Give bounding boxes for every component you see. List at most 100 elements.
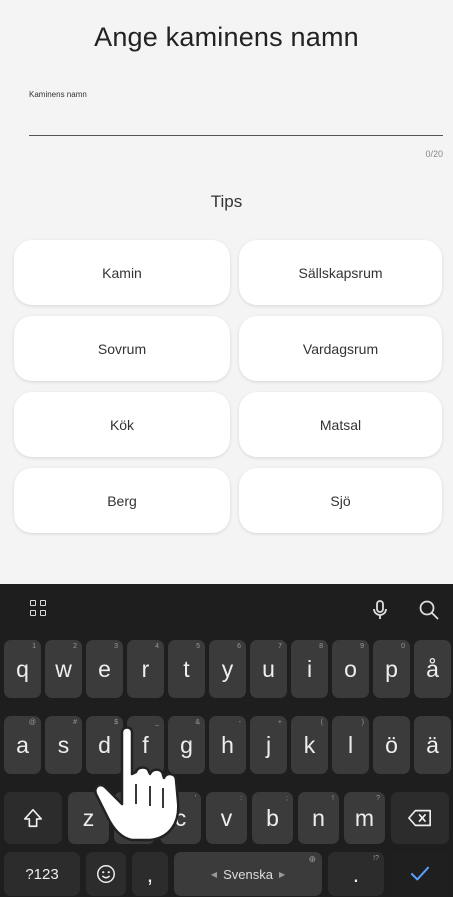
tips-grid: Kamin Sällskapsrum Sovrum Vardagsrum Kök… — [14, 240, 442, 533]
tips-heading: Tips — [210, 192, 243, 211]
tip-chip-vardagsrum[interactable]: Vardagsrum — [239, 316, 442, 381]
key-label: i — [306, 655, 313, 682]
letter-key[interactable]: -h — [209, 716, 246, 774]
key-hint: + — [277, 719, 282, 726]
key-label: u — [262, 655, 275, 682]
comma-key[interactable]: , — [132, 852, 168, 896]
key-label: b — [266, 804, 279, 831]
letter-key[interactable]: ? m — [344, 792, 385, 844]
on-screen-keyboard: 1q2w3e4r5t6y7u8i9o0på @ a # s $ d _ f & g - h + j(k) l… — [0, 584, 453, 897]
key-label: v — [220, 804, 233, 831]
emoji-icon — [97, 865, 115, 883]
key-label: ö — [385, 731, 398, 758]
key-hint: @ — [28, 719, 36, 726]
key-label: å — [426, 655, 439, 682]
backspace-key[interactable] — [391, 792, 449, 844]
period-hint: !? — [373, 855, 379, 862]
letter-key[interactable]: 8i — [291, 640, 328, 698]
key-label: t — [183, 655, 190, 682]
backspace-icon — [408, 809, 431, 827]
tip-chip-sovrum[interactable]: Sovrum — [14, 316, 230, 381]
enter-key[interactable] — [390, 852, 449, 896]
apps-grid-icon[interactable] — [28, 598, 52, 622]
emoji-key[interactable] — [86, 852, 126, 896]
letter-key[interactable]: 2w — [45, 640, 82, 698]
letter-key[interactable]: 6y — [209, 640, 246, 698]
key-hint: ( — [320, 719, 323, 726]
key-label: l — [347, 731, 354, 758]
letter-key[interactable]: 9o — [332, 640, 369, 698]
letter-key[interactable]: # s — [45, 716, 82, 774]
search-icon[interactable] — [417, 598, 441, 622]
key-hint: # — [73, 719, 77, 726]
page-title: Ange kaminens namn — [94, 22, 359, 52]
key-label: q — [16, 655, 29, 682]
key-hint: 5 — [196, 643, 200, 650]
space-left-arrow-icon: ◀ — [210, 869, 218, 879]
period-label: . — [352, 860, 360, 887]
key-hint: - — [238, 719, 241, 726]
letter-key[interactable]: å — [414, 640, 451, 698]
name-field-label: Kaminens namn — [29, 90, 87, 99]
letter-key[interactable]: ö — [373, 716, 410, 774]
letter-key[interactable]: ) l — [332, 716, 369, 774]
letter-key[interactable]: 0p — [373, 640, 410, 698]
letter-key[interactable]: ä — [414, 716, 451, 774]
shift-arrow-icon — [23, 808, 43, 828]
key-label: n — [312, 804, 325, 831]
tip-chip-kamin[interactable]: Kamin — [14, 240, 230, 305]
letter-key[interactable]: 1q — [4, 640, 41, 698]
comma-label: , — [146, 860, 154, 887]
key-label: y — [221, 655, 234, 682]
name-input[interactable] — [29, 102, 443, 136]
key-label: j — [265, 731, 272, 758]
key-label: k — [303, 731, 316, 758]
key-hint: 8 — [319, 643, 323, 650]
key-hint: : — [240, 795, 242, 802]
key-label: r — [141, 655, 150, 682]
key-hint: 7 — [278, 643, 282, 650]
key-label: e — [98, 655, 111, 682]
letter-key[interactable]: 5t — [168, 640, 205, 698]
key-hint: 0 — [401, 643, 405, 650]
letter-key[interactable]: ! n — [298, 792, 339, 844]
key-hint: 2 — [73, 643, 77, 650]
tip-chip-kok[interactable]: Kök — [14, 392, 230, 457]
key-label: a — [16, 731, 29, 758]
key-hint: 9 — [360, 643, 364, 650]
letter-key[interactable]: 4r — [127, 640, 164, 698]
letter-key[interactable]: 3e — [86, 640, 123, 698]
key-label: p — [385, 655, 398, 682]
microphone-icon[interactable] — [368, 598, 392, 622]
key-hint: ) — [361, 719, 364, 726]
key-label: w — [55, 655, 72, 682]
tap-hand-icon — [94, 726, 180, 842]
letter-key[interactable]: 7u — [250, 640, 287, 698]
tip-chip-sallskapsrum[interactable]: Sällskapsrum — [239, 240, 442, 305]
key-label: m — [354, 804, 375, 831]
checkmark-icon — [410, 866, 429, 881]
key-label: s — [57, 731, 70, 758]
tip-chip-matsal[interactable]: Matsal — [239, 392, 442, 457]
letter-key[interactable]: :v — [206, 792, 247, 844]
key-label: ä — [426, 731, 439, 758]
space-key[interactable]: ◀ Svenska ▶ ⊕ — [174, 852, 322, 896]
character-counter: 0/20 — [425, 149, 443, 159]
letter-key[interactable]: + j — [250, 716, 287, 774]
symbols-key[interactable]: ?123 — [4, 852, 80, 896]
globe-icon: ⊕ — [308, 854, 316, 864]
letter-key[interactable]: ; b — [252, 792, 293, 844]
space-right-arrow-icon: ▶ — [278, 869, 286, 879]
key-hint: 4 — [155, 643, 159, 650]
shift-key[interactable] — [4, 792, 62, 844]
key-label: h — [221, 731, 234, 758]
key-hint: ; — [286, 795, 288, 802]
period-key[interactable]: !? . — [328, 852, 384, 896]
space-language-label: Svenska — [223, 866, 273, 882]
key-hint: ! — [332, 795, 334, 802]
letter-key[interactable]: (k — [291, 716, 328, 774]
tip-chip-berg[interactable]: Berg — [14, 468, 230, 533]
key-hint: 1 — [32, 643, 36, 650]
tip-chip-sjo[interactable]: Sjö — [239, 468, 442, 533]
letter-key[interactable]: @ a — [4, 716, 41, 774]
